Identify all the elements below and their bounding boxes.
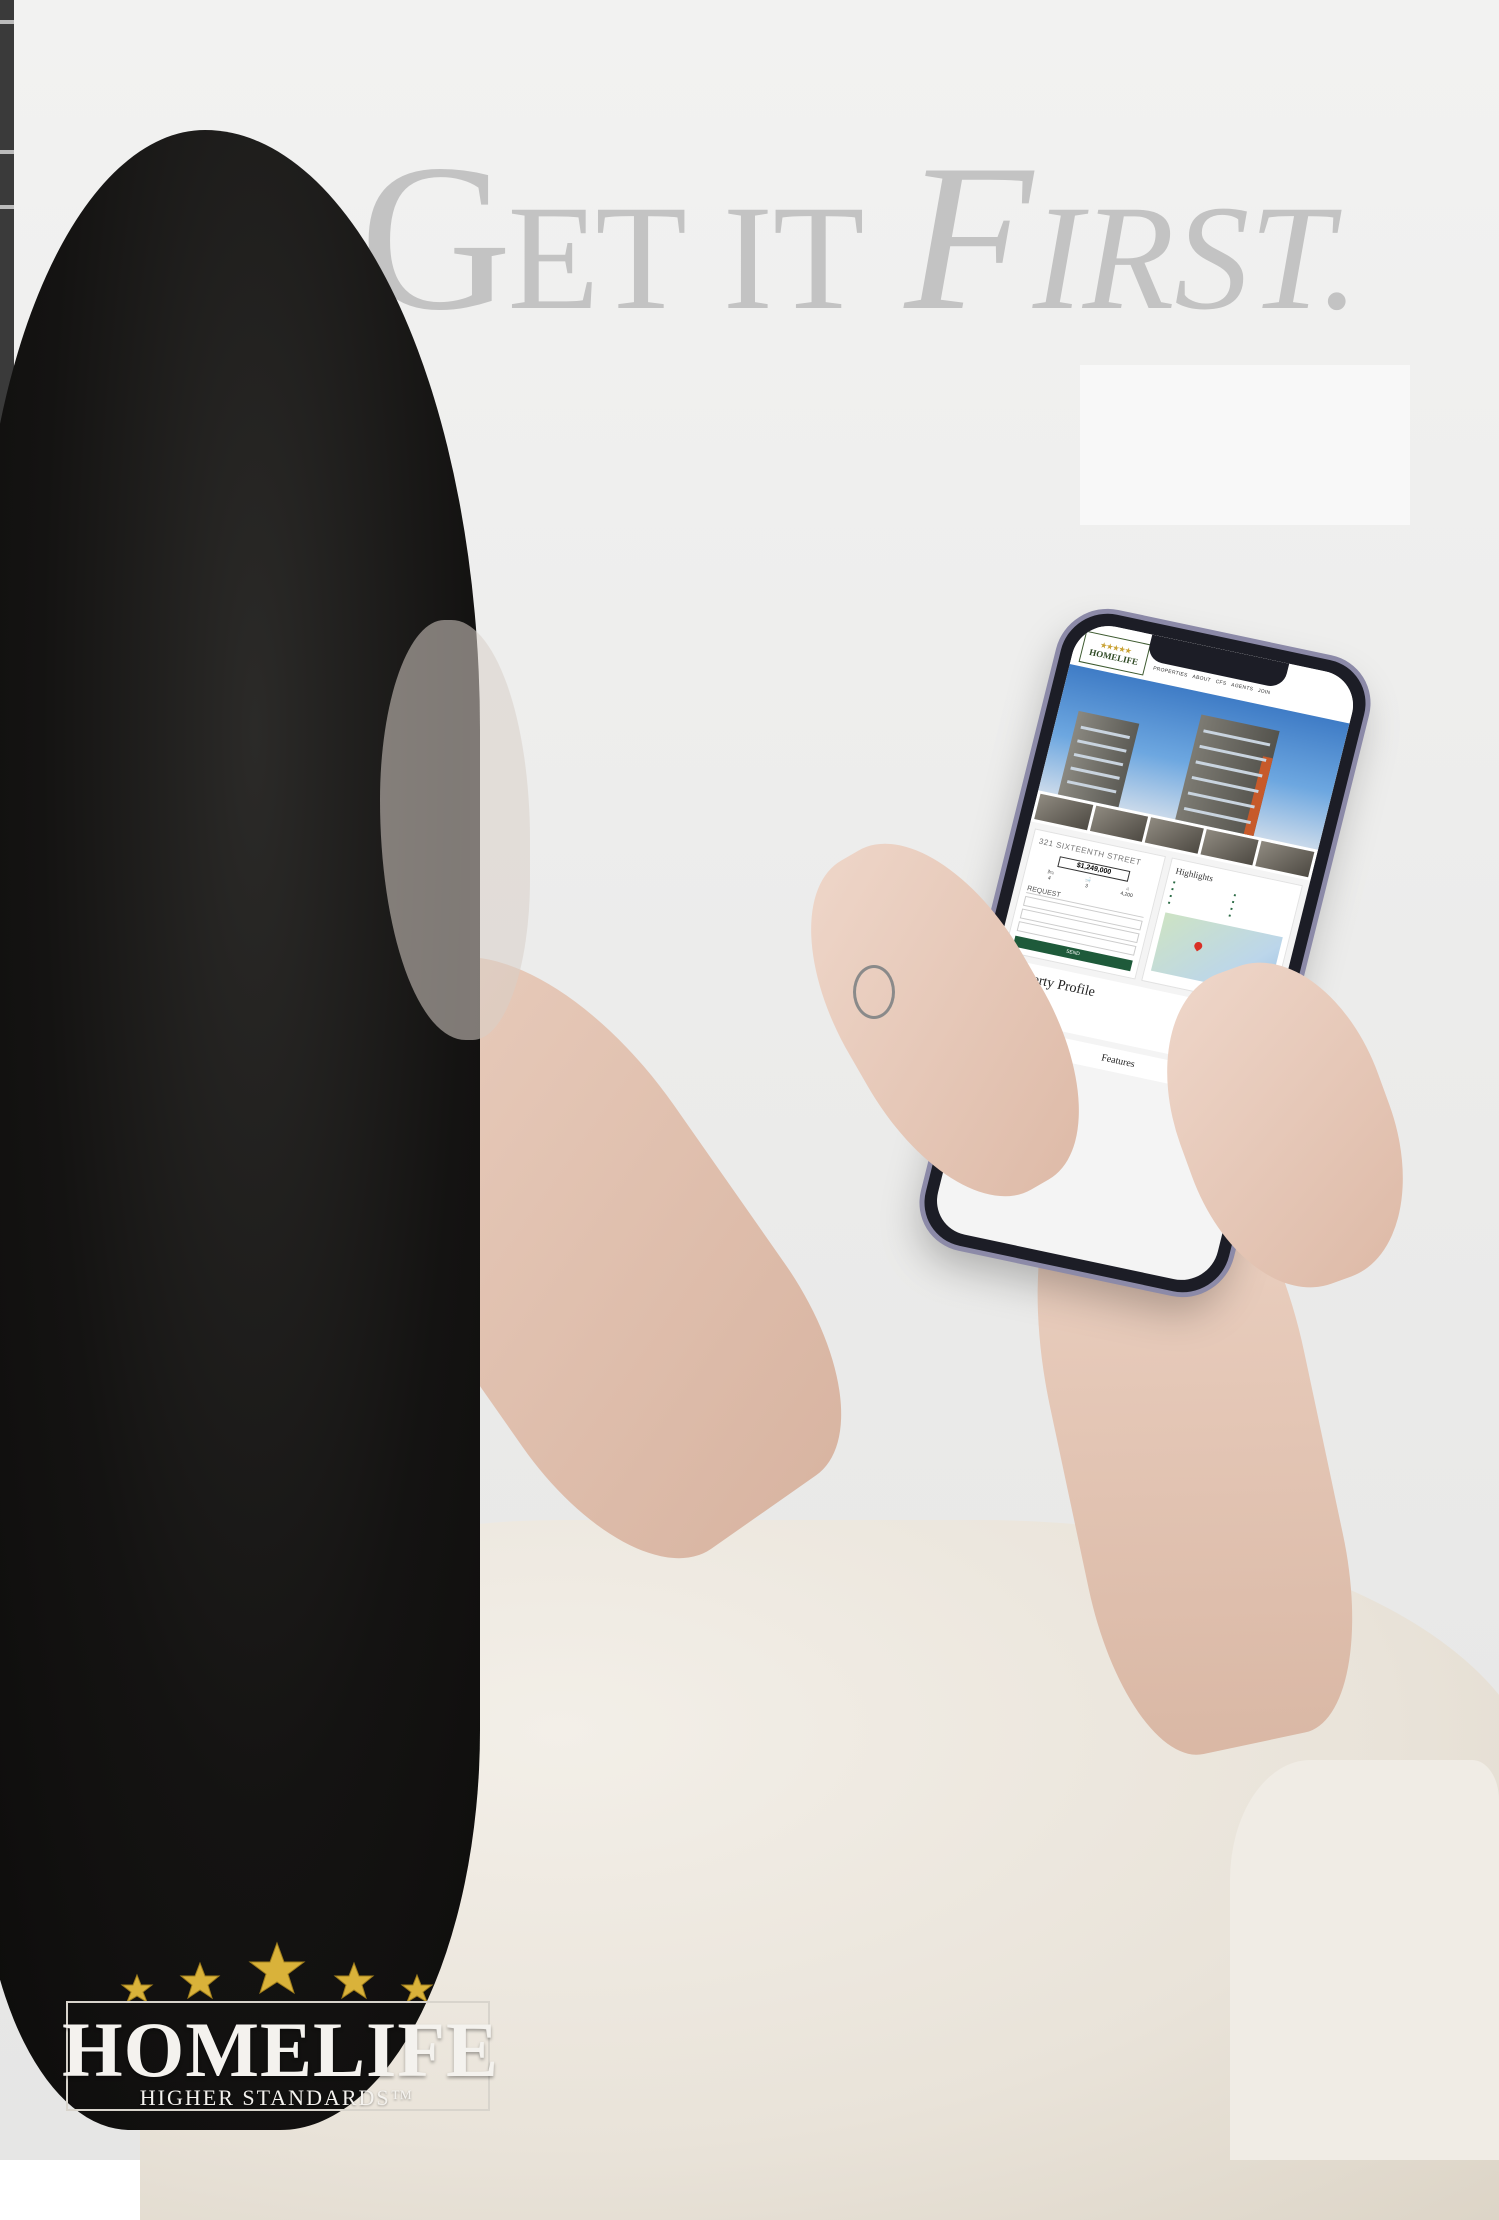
map-pin-icon bbox=[1192, 940, 1204, 952]
nav-item-join[interactable]: JOIN bbox=[1257, 688, 1271, 696]
advertisement-scene: GET IT FIRST. ★★★★★ HOMELIFE PROPERTIES AB… bbox=[0, 0, 1499, 2220]
nav-item-cfs[interactable]: CFS bbox=[1215, 679, 1227, 687]
headline-word-first: FIRST. bbox=[904, 122, 1360, 354]
nav-item-about[interactable]: ABOUT bbox=[1192, 674, 1212, 684]
person-right-cuff bbox=[1230, 1760, 1499, 2160]
building-left bbox=[1057, 710, 1140, 808]
person-hair bbox=[0, 130, 480, 2130]
area-icon: ⌂ 4,200 bbox=[1119, 885, 1134, 900]
bath-icon: 🛁 3 bbox=[1084, 876, 1092, 890]
brand-name: HOMELIFE bbox=[62, 2006, 500, 2093]
brand-tagline: HIGHER STANDARDS™ bbox=[139, 2085, 415, 2110]
headline: GET IT FIRST. bbox=[360, 118, 1410, 354]
building-right bbox=[1175, 714, 1280, 836]
homelife-logo: HOMELIFE HIGHER STANDARDS™ bbox=[62, 1935, 500, 2115]
ring bbox=[853, 965, 895, 1019]
listing-card: 321 SIXTEENTH STREET $1,249,000 🛏 4 🛁 3 ⌂ 4… bbox=[1004, 828, 1167, 980]
headline-word-it: IT bbox=[722, 175, 865, 341]
nav-item-agents[interactable]: AGENTS bbox=[1230, 682, 1253, 692]
headline-word-get: GET bbox=[360, 122, 687, 354]
blank-panel bbox=[1080, 365, 1410, 525]
stars-icon bbox=[120, 1941, 434, 2004]
bed-icon: 🛏 4 bbox=[1046, 869, 1055, 882]
